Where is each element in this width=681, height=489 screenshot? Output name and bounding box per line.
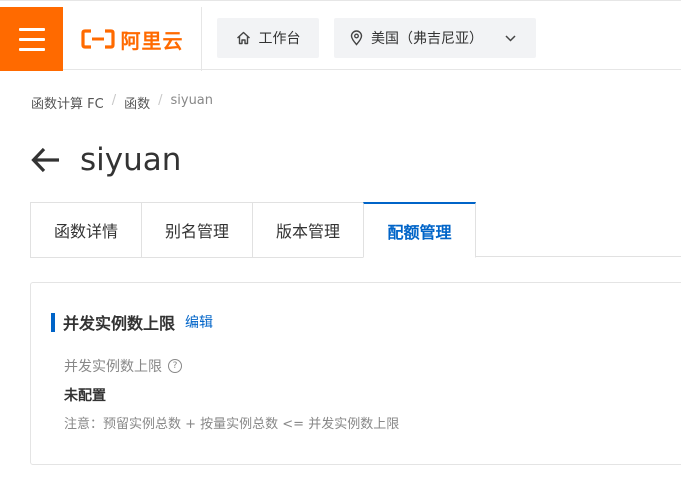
field-label: 并发实例数上限 ? xyxy=(64,356,182,376)
aliyun-logo[interactable]: 阿里云 xyxy=(63,7,202,71)
quota-note: 注意：预留实例总数 + 按量实例总数 <= 并发实例数上限 xyxy=(64,417,400,432)
page-title: siyuan xyxy=(80,142,182,178)
card-title-accent xyxy=(51,312,55,332)
arrow-left-icon[interactable] xyxy=(30,144,62,176)
hamburger-menu-button[interactable] xyxy=(0,7,63,71)
tab-bar-divider xyxy=(475,256,681,257)
breadcrumb-separator: / xyxy=(158,93,163,108)
field-label-text: 并发实例数上限 xyxy=(64,359,162,375)
chevron-down-icon xyxy=(505,34,516,42)
edit-link[interactable]: 编辑 xyxy=(185,312,213,332)
breadcrumb: 函数计算 FC / 函数 / siyuan xyxy=(31,93,213,112)
region-label: 美国（弗吉尼亚） xyxy=(371,31,483,47)
top-navigation-bar: 阿里云 工作台 美国（弗吉尼亚） xyxy=(0,0,681,71)
page-header: siyuan xyxy=(30,142,181,178)
tab-alias-management[interactable]: 别名管理 xyxy=(141,202,252,258)
breadcrumb-item-functions[interactable]: 函数 xyxy=(124,93,150,112)
field-value: 未配置 xyxy=(64,388,106,404)
card-header: 并发实例数上限 编辑 xyxy=(51,310,213,334)
region-selector[interactable]: 美国（弗吉尼亚） xyxy=(334,18,536,58)
tab-bar: 函数详情 别名管理 版本管理 配额管理 xyxy=(30,202,681,258)
hamburger-icon xyxy=(18,27,45,31)
tab-function-details[interactable]: 函数详情 xyxy=(30,202,141,258)
workbench-label: 工作台 xyxy=(258,31,301,47)
breadcrumb-item-current: siyuan xyxy=(170,93,214,108)
location-pin-icon xyxy=(350,30,363,46)
breadcrumb-item-fc[interactable]: 函数计算 FC xyxy=(31,93,104,112)
question-circle-icon[interactable]: ? xyxy=(168,359,182,373)
workbench-button[interactable]: 工作台 xyxy=(217,18,319,58)
tab-quota-management[interactable]: 配额管理 xyxy=(363,202,476,258)
logo-text: 阿里云 xyxy=(120,28,184,53)
card-title: 并发实例数上限 xyxy=(63,314,176,333)
breadcrumb-separator: / xyxy=(111,93,117,108)
tab-version-management[interactable]: 版本管理 xyxy=(252,202,363,258)
concurrency-limit-card: 并发实例数上限 编辑 并发实例数上限 ? 未配置 注意：预留实例总数 + 按量实… xyxy=(30,282,681,465)
home-icon xyxy=(236,31,250,45)
aliyun-logo-icon xyxy=(80,29,115,49)
